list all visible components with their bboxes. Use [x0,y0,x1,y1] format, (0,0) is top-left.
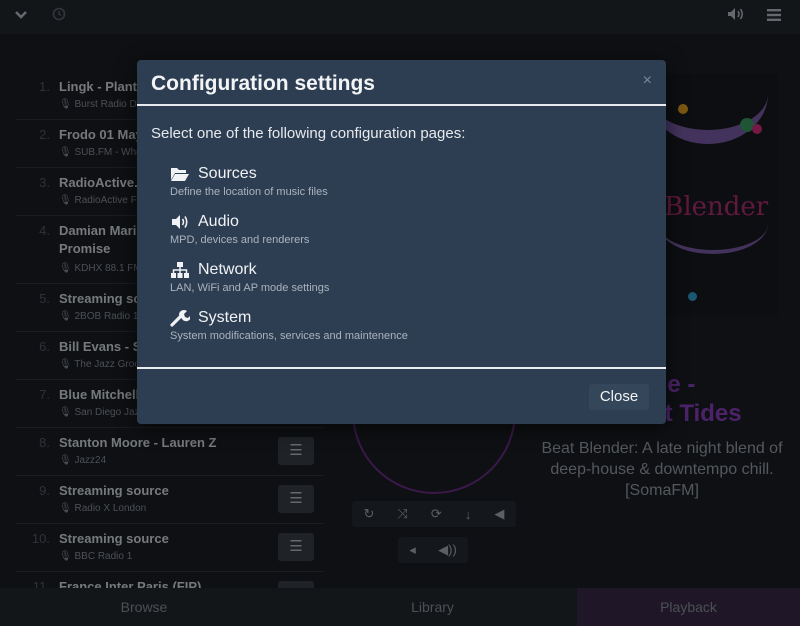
config-item-label: Network [198,261,257,278]
folder-open-icon [171,168,189,181]
modal-intro: Select one of the following configuratio… [151,125,466,142]
sitemap-icon [171,262,189,278]
close-icon[interactable]: × [643,72,652,90]
configuration-modal: Configuration settings × Select one of t… [137,60,666,424]
modal-header: Configuration settings × [137,60,666,106]
config-item-desc: MPD, devices and renderers [170,234,310,246]
config-item-desc: LAN, WiFi and AP mode settings [170,282,330,294]
config-item-audio[interactable]: Audio MPD, devices and renderers [170,211,590,246]
config-item-desc: System modifications, services and maint… [170,330,408,342]
close-button[interactable]: Close [589,384,649,410]
config-item-system[interactable]: System System modifications, services an… [170,307,590,342]
volume-up-icon [172,215,188,229]
config-item-label: System [198,309,252,326]
config-item-desc: Define the location of music files [170,186,328,198]
config-item-label: Audio [198,213,239,230]
config-item-label: Sources [198,165,257,182]
wrench-icon [170,310,190,327]
modal-title: Configuration settings [151,72,375,95]
config-item-sources[interactable]: Sources Define the location of music fil… [170,163,590,198]
modal-footer-divider [137,367,666,369]
config-item-network[interactable]: Network LAN, WiFi and AP mode settings [170,259,590,294]
